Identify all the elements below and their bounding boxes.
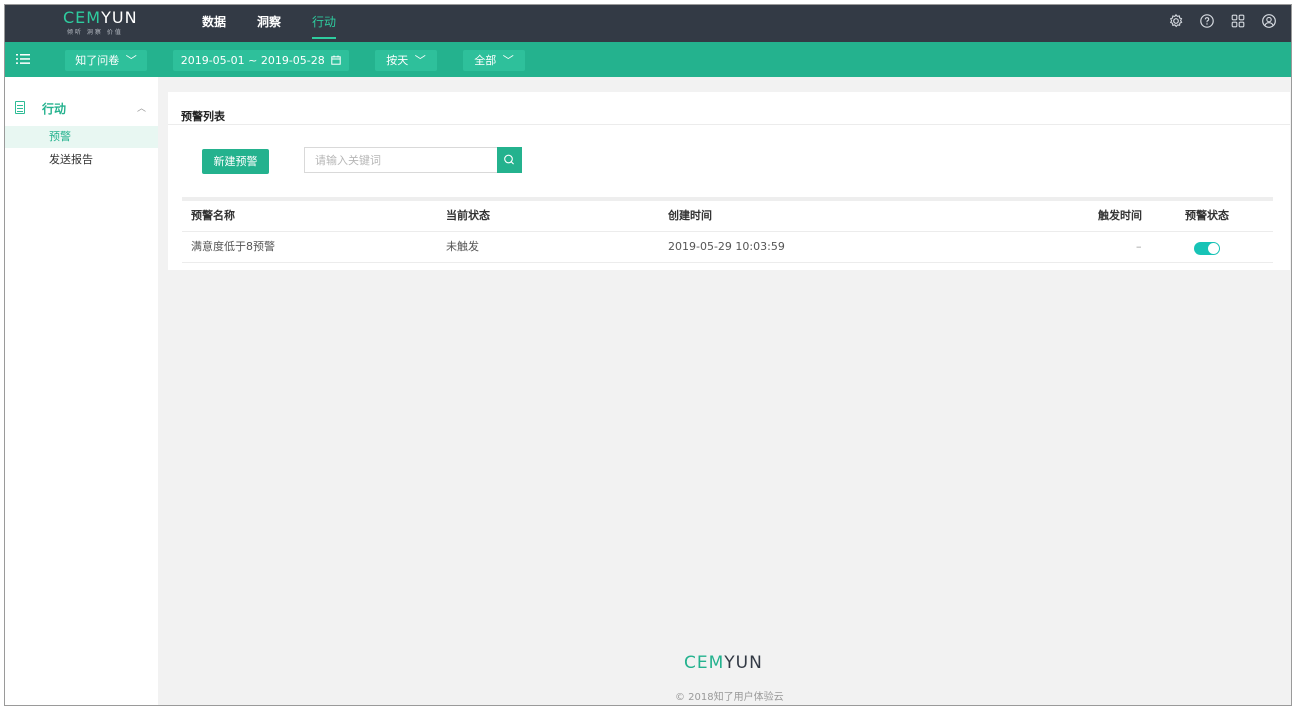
alert-current-status: 未触发 [446,240,479,253]
sidebar-section-action[interactable]: 行动 ︿ [5,98,158,120]
search-icon [497,154,522,177]
chevron-up-icon: ︿ [137,104,147,114]
logo-wordmark: CEMYUN [63,8,138,27]
survey-select[interactable]: 知了问卷 ﹀ [65,50,147,71]
nav-tab-action[interactable]: 行动 [312,5,337,42]
new-alert-button[interactable]: 新建预警 [202,149,269,174]
granularity-label: 按天 [386,54,409,67]
app-window: CEMYUN 倾听 洞察 价值 数据 洞察 行动 知了问卷 ﹀ 2019-05-… [4,4,1292,706]
granularity-select[interactable]: 按天 ﹀ [375,50,437,71]
alert-created-time: 2019-05-29 10:03:59 [668,240,785,253]
sidebar-item-send-report[interactable]: 发送报告 [5,149,158,171]
calendar-icon [331,51,341,72]
divider [168,124,1290,125]
scope-label: 全部 [474,54,497,67]
alert-name[interactable]: 满意度低于8预警 [191,232,275,262]
col-header-alert-state[interactable]: 预警状态 [1185,201,1229,231]
top-navigation-bar: CEMYUN 倾听 洞察 价值 数据 洞察 行动 [5,5,1291,42]
top-right-icons [1155,13,1279,33]
footer-copyright: © 2018知了用户体验云 [675,692,784,703]
col-header-created[interactable]: 创建时间 [668,201,712,231]
sidebar-section-label: 行动 [42,102,67,116]
date-range-value: 2019-05-01 ~ 2019-05-28 [180,54,325,67]
clipboard-icon [15,101,25,114]
filter-bar: 知了问卷 ﹀ 2019-05-01 ~ 2019-05-28 按天 ﹀ 全部 ﹀ [5,42,1291,77]
scope-select[interactable]: 全部 ﹀ [463,50,525,71]
col-header-status[interactable]: 当前状态 [446,201,490,231]
sidebar-item-label: 发送报告 [49,153,93,166]
chevron-down-icon: ﹀ [125,54,137,67]
sidebar-item-alert[interactable]: 预警 [5,126,158,148]
footer-logo: CEMYUN [684,653,763,673]
search-input[interactable] [304,147,497,173]
menu-list-icon[interactable] [13,49,33,69]
cemyun-logo[interactable]: CEMYUN 倾听 洞察 价值 [63,8,165,40]
apps-grid-icon[interactable] [1228,13,1248,33]
help-icon[interactable] [1197,13,1217,33]
survey-select-label: 知了问卷 [75,54,120,67]
alert-enabled-toggle[interactable] [1194,242,1220,255]
card-title: 预警列表 [181,110,225,123]
chevron-down-icon: ﹀ [502,54,514,67]
settings-gear-icon[interactable] [1166,13,1186,33]
sidebar: 行动 ︿ 预警 发送报告 [5,77,158,705]
table-row[interactable]: 满意度低于8预警 未触发 2019-05-29 10:03:59 – [182,232,1273,263]
chevron-down-icon: ﹀ [414,54,426,67]
table-header-row: 预警名称 当前状态 创建时间 触发时间 预警状态 [182,201,1273,232]
search-box [304,147,522,173]
sidebar-item-label: 预警 [49,130,71,143]
nav-tab-data[interactable]: 数据 [202,5,226,42]
user-account-icon[interactable] [1259,13,1279,33]
nav-tab-insight[interactable]: 洞察 [257,5,281,42]
alert-list-card: 预警列表 新建预警 预警名称 当前状态 创建时间 触发时间 预警状态 满意度低于… [168,92,1290,270]
alert-table: 预警名称 当前状态 创建时间 触发时间 预警状态 满意度低于8预警 未触发 20… [182,197,1273,263]
col-header-triggered[interactable]: 触发时间 [1098,201,1142,231]
main-nav: 数据 洞察 行动 [202,5,367,42]
search-button[interactable] [497,147,522,173]
col-header-name[interactable]: 预警名称 [191,201,235,231]
logo-tagline: 倾听 洞察 价值 [67,29,123,36]
date-range-picker[interactable]: 2019-05-01 ~ 2019-05-28 [173,50,349,71]
alert-triggered-time: – [1136,240,1142,253]
